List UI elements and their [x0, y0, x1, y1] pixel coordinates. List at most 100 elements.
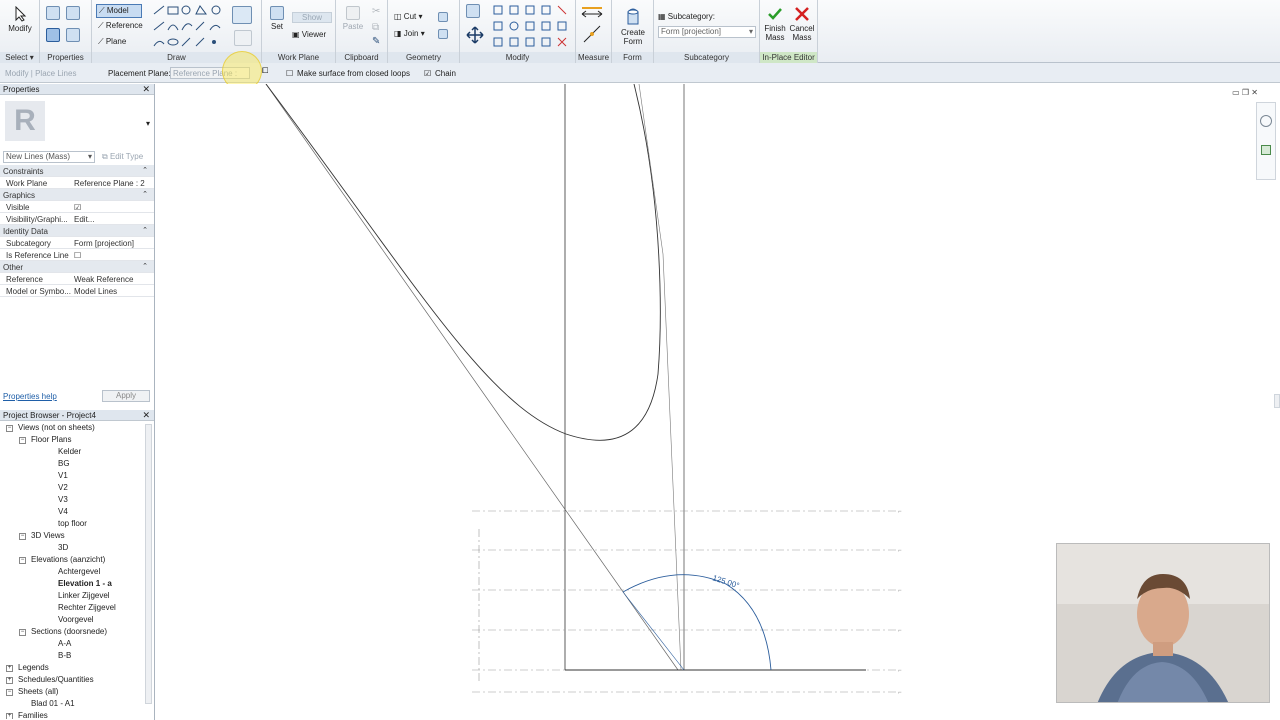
property-value[interactable]: Weak Reference — [74, 275, 133, 284]
tree-item[interactable]: Families — [18, 711, 48, 719]
collapse-icon[interactable]: ⌃ — [142, 190, 148, 198]
split-face-icon[interactable] — [438, 12, 448, 22]
match-properties-icon[interactable]: ✎ — [372, 36, 380, 47]
tree-item[interactable]: A-A — [58, 639, 71, 648]
draw-model-button[interactable]: ⟋ Model — [96, 4, 142, 18]
make-surface-checkbox[interactable]: ☐ — [286, 69, 293, 78]
tree-item[interactable]: Legends — [18, 663, 49, 672]
collapse-icon[interactable]: − — [6, 425, 13, 432]
draw-reference-button[interactable]: ⟋ Reference — [98, 21, 152, 31]
tree-item[interactable]: Voorgevel — [58, 615, 94, 624]
draw-plane-button[interactable]: ⟋ Plane — [98, 37, 142, 47]
select-group-label[interactable]: Select ▾ — [0, 52, 39, 63]
workplane-set-button[interactable]: Set — [266, 6, 288, 31]
property-row[interactable]: Reference Weak Reference — [0, 273, 154, 285]
edit-type-button[interactable]: ⧉ Edit Type — [102, 152, 143, 162]
view-window-controls[interactable]: ▭ ❐ ✕ — [1232, 88, 1258, 97]
tree-item[interactable]: Schedules/Quantities — [18, 675, 94, 684]
property-row[interactable]: Work Plane Reference Plane : 2 — [0, 177, 154, 189]
canvas-scrollbar[interactable] — [1274, 394, 1280, 408]
tree-item[interactable]: 3D — [58, 543, 68, 552]
properties-help-link[interactable]: Properties help — [3, 392, 57, 401]
tree-item[interactable]: Views (not on sheets) — [18, 423, 95, 432]
cut-geometry-button[interactable]: ◫ Cut ▾ — [394, 12, 423, 21]
subcategory-dropdown[interactable]: Form [projection] ▾ — [658, 26, 756, 38]
property-row[interactable]: Visible ☑ — [0, 201, 154, 213]
browser-scrollbar[interactable] — [145, 424, 152, 704]
family-types-icon[interactable] — [66, 6, 80, 20]
workplane-show-button[interactable]: Show — [292, 12, 332, 23]
tree-item[interactable]: Elevations (aanzicht) — [31, 555, 105, 564]
collapse-icon[interactable]: ⌃ — [142, 226, 148, 234]
tree-item[interactable]: B-B — [58, 651, 71, 660]
property-section[interactable]: Graphics ⌃ — [0, 189, 154, 201]
collapse-icon[interactable]: ⌃ — [142, 262, 148, 270]
properties-icon[interactable] — [46, 6, 60, 20]
property-section[interactable]: Identity Data ⌃ — [0, 225, 154, 237]
collapse-icon[interactable]: − — [19, 533, 26, 540]
tree-item[interactable]: top floor — [58, 519, 87, 528]
modify-button[interactable]: Modify — [8, 5, 32, 33]
workplane-viewer-button[interactable]: ▣ Viewer — [292, 30, 332, 39]
tree-item[interactable]: Elevation 1 - a — [58, 579, 112, 588]
pick-faces-icon[interactable] — [234, 30, 252, 46]
type-properties-icon[interactable] — [46, 28, 60, 42]
expand-icon[interactable]: + — [6, 677, 13, 684]
tree-item[interactable]: Sections (doorsnede) — [31, 627, 107, 636]
property-row[interactable]: Model or Symbo... Model Lines — [0, 285, 154, 297]
property-value[interactable]: ☑ — [74, 203, 81, 212]
cut-clipboard-icon[interactable]: ✂ — [372, 6, 380, 17]
steering-wheel-icon[interactable] — [1260, 115, 1272, 127]
property-section[interactable]: Constraints ⌃ — [0, 165, 154, 177]
pick-lines-icon[interactable] — [232, 6, 252, 24]
tree-item[interactable]: Floor Plans — [31, 435, 71, 444]
finish-mass-button[interactable]: Finish Mass — [762, 6, 788, 42]
collapse-icon[interactable]: ⌃ — [142, 166, 148, 174]
copy-icon[interactable]: ⧉ — [372, 22, 379, 33]
collapse-icon[interactable]: − — [19, 557, 26, 564]
angle-dimension[interactable]: 125.00° — [711, 573, 740, 590]
tree-item[interactable]: Sheets (all) — [18, 687, 58, 696]
property-row[interactable]: Is Reference Line ☐ — [0, 249, 154, 261]
expand-icon[interactable]: + — [6, 665, 13, 672]
tree-item[interactable]: V3 — [58, 495, 68, 504]
property-value[interactable]: ☐ — [74, 251, 81, 260]
tree-item[interactable]: 3D Views — [31, 531, 65, 540]
paint-icon[interactable] — [438, 29, 448, 39]
close-icon[interactable]: ✕ — [142, 84, 150, 95]
tree-item[interactable]: Achtergevel — [58, 567, 100, 576]
measure-icon[interactable] — [580, 6, 608, 46]
paste-button[interactable]: Paste — [340, 6, 366, 31]
pick-plane-icon[interactable]: ⧠ — [262, 66, 268, 76]
tree-item[interactable]: V2 — [58, 483, 68, 492]
property-value[interactable]: Reference Plane : 2 — [74, 179, 145, 188]
property-value[interactable]: Model Lines — [74, 287, 117, 296]
navigation-bar[interactable] — [1256, 102, 1276, 180]
tree-item[interactable]: Blad 01 - A1 — [31, 699, 75, 708]
property-section[interactable]: Other ⌃ — [0, 261, 154, 273]
apply-button[interactable]: Apply — [102, 390, 150, 402]
collapse-icon[interactable]: − — [19, 437, 26, 444]
join-geometry-button[interactable]: ◨ Join ▾ — [394, 29, 425, 38]
property-row[interactable]: Subcategory Form [projection] — [0, 237, 154, 249]
close-icon[interactable]: ✕ — [142, 410, 150, 421]
tree-item[interactable]: BG — [58, 459, 70, 468]
tree-item[interactable]: V4 — [58, 507, 68, 516]
collapse-icon[interactable]: − — [19, 629, 26, 636]
create-form-button[interactable]: Create Form — [616, 4, 650, 46]
expand-icon[interactable]: + — [6, 713, 13, 719]
zoom-icon[interactable] — [1261, 145, 1271, 155]
property-row[interactable]: Visibility/Graphi... Edit... — [0, 213, 154, 225]
align-icon[interactable] — [466, 4, 480, 18]
tree-item[interactable]: Linker Zijgevel — [58, 591, 110, 600]
cancel-mass-button[interactable]: Cancel Mass — [789, 6, 815, 42]
move-icon[interactable] — [466, 26, 484, 44]
family-category-icon[interactable] — [66, 28, 80, 42]
instance-dropdown[interactable]: New Lines (Mass) ▾ — [3, 151, 95, 163]
collapse-icon[interactable]: − — [6, 689, 13, 696]
type-selector[interactable]: R ▾ — [0, 95, 154, 149]
draw-tools-icon[interactable] — [152, 4, 232, 48]
modify-tools-icon[interactable] — [492, 4, 572, 48]
property-value[interactable]: Form [projection] — [74, 239, 134, 248]
property-value[interactable]: Edit... — [74, 215, 94, 224]
